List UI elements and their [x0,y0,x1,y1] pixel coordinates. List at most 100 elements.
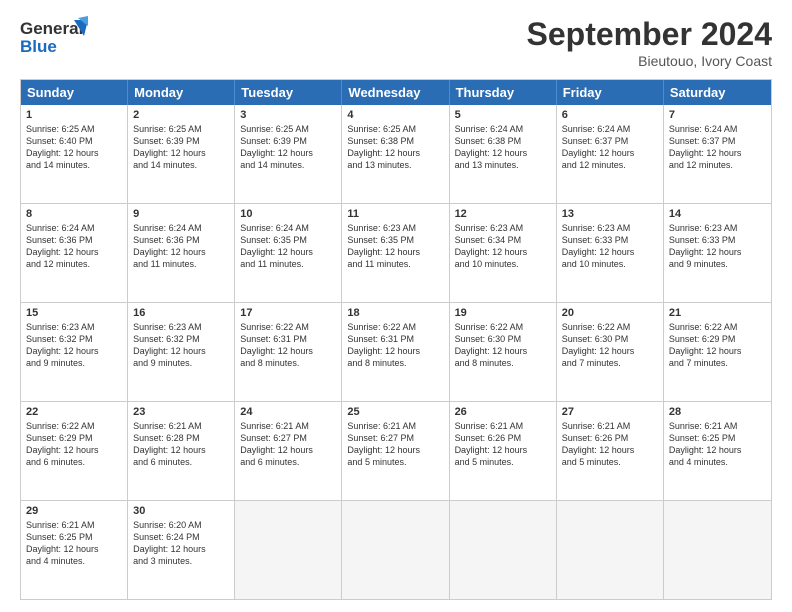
cell-info: Sunrise: 6:22 AMSunset: 6:29 PMDaylight:… [26,420,122,469]
calendar-cell: 2Sunrise: 6:25 AMSunset: 6:39 PMDaylight… [128,105,235,203]
calendar-cell: 10Sunrise: 6:24 AMSunset: 6:35 PMDayligh… [235,204,342,302]
header-day-friday: Friday [557,80,664,105]
cell-info: Sunrise: 6:23 AMSunset: 6:33 PMDaylight:… [562,222,658,271]
calendar-cell [664,501,771,599]
calendar-header: SundayMondayTuesdayWednesdayThursdayFrid… [21,80,771,105]
header-day-wednesday: Wednesday [342,80,449,105]
logo: GeneralBlue [20,16,90,60]
calendar-cell: 30Sunrise: 6:20 AMSunset: 6:24 PMDayligh… [128,501,235,599]
header-day-tuesday: Tuesday [235,80,342,105]
calendar-cell: 7 Sunrise: 6:24 AMSunset: 6:37 PMDaylight… [664,105,771,203]
cell-info: Sunrise: 6:21 AMSunset: 6:28 PMDaylight:… [133,420,229,469]
calendar-cell: 29 Sunrise: 6:21 AMSunset: 6:25 PMDayligh… [21,501,128,599]
cell-info: Sunrise: 6:24 AMSunset: 6:36 PMDaylight:… [26,222,122,271]
day-number: 30 [133,505,229,517]
day-number: 27 [562,406,658,418]
calendar-cell [557,501,664,599]
page: GeneralBlue September 2024 Bieutouo, Ivo… [0,0,792,612]
day-number: 26 [455,406,551,418]
calendar-cell: 21 Sunrise: 6:22 AMSunset: 6:29 PMDayligh… [664,303,771,401]
calendar-row-1: 1 Sunrise: 6:25 AMSunset: 6:40 PMDaylight… [21,105,771,203]
day-number: 14 [669,208,766,220]
calendar: SundayMondayTuesdayWednesdayThursdayFrid… [20,79,772,600]
calendar-cell [235,501,342,599]
logo-svg: GeneralBlue [20,16,90,60]
day-number: 15 [26,307,122,319]
day-number: 25 [347,406,443,418]
calendar-cell: 12 Sunrise: 6:23 AMSunset: 6:34 PMDayligh… [450,204,557,302]
calendar-cell: 6Sunrise: 6:24 AMSunset: 6:37 PMDaylight… [557,105,664,203]
day-number: 7 [669,109,766,121]
cell-info: Sunrise: 6:24 AMSunset: 6:37 PMDaylight:… [669,123,766,172]
location: Bieutouo, Ivory Coast [527,53,772,69]
calendar-cell: 13 Sunrise: 6:23 AMSunset: 6:33 PMDayligh… [557,204,664,302]
calendar-cell: 1 Sunrise: 6:25 AMSunset: 6:40 PMDaylight… [21,105,128,203]
calendar-cell: 25 Sunrise: 6:21 AMSunset: 6:27 PMDayligh… [342,402,449,500]
calendar-cell: 20 Sunrise: 6:22 AMSunset: 6:30 PMDayligh… [557,303,664,401]
cell-info: Sunrise: 6:23 AMSunset: 6:34 PMDaylight:… [455,222,551,271]
calendar-row-2: 8 Sunrise: 6:24 AMSunset: 6:36 PMDaylight… [21,203,771,302]
day-number: 16 [133,307,229,319]
cell-info: Sunrise: 6:22 AMSunset: 6:31 PMDaylight:… [347,321,443,370]
cell-info: Sunrise: 6:22 AMSunset: 6:30 PMDaylight:… [455,321,551,370]
calendar-cell: 4 Sunrise: 6:25 AMSunset: 6:38 PMDaylight… [342,105,449,203]
day-number: 28 [669,406,766,418]
calendar-cell: 8 Sunrise: 6:24 AMSunset: 6:36 PMDaylight… [21,204,128,302]
cell-info: Sunrise: 6:23 AMSunset: 6:32 PMDaylight:… [26,321,122,370]
day-number: 21 [669,307,766,319]
calendar-cell: 22Sunrise: 6:22 AMSunset: 6:29 PMDayligh… [21,402,128,500]
day-number: 9 [133,208,229,220]
cell-info: Sunrise: 6:25 AMSunset: 6:38 PMDaylight:… [347,123,443,172]
calendar-cell: 18Sunrise: 6:22 AMSunset: 6:31 PMDayligh… [342,303,449,401]
calendar-cell: 9 Sunrise: 6:24 AMSunset: 6:36 PMDaylight… [128,204,235,302]
cell-info: Sunrise: 6:21 AMSunset: 6:25 PMDaylight:… [26,519,122,568]
header-day-sunday: Sunday [21,80,128,105]
calendar-cell: 24Sunrise: 6:21 AMSunset: 6:27 PMDayligh… [235,402,342,500]
cell-info: Sunrise: 6:21 AMSunset: 6:27 PMDaylight:… [240,420,336,469]
month-title: September 2024 [527,16,772,53]
header: GeneralBlue September 2024 Bieutouo, Ivo… [20,16,772,69]
calendar-row-4: 22Sunrise: 6:22 AMSunset: 6:29 PMDayligh… [21,401,771,500]
calendar-cell: 28 Sunrise: 6:21 AMSunset: 6:25 PMDayligh… [664,402,771,500]
calendar-cell: 5Sunrise: 6:24 AMSunset: 6:38 PMDaylight… [450,105,557,203]
calendar-cell: 15 Sunrise: 6:23 AMSunset: 6:32 PMDayligh… [21,303,128,401]
cell-info: Sunrise: 6:25 AMSunset: 6:39 PMDaylight:… [240,123,336,172]
header-day-monday: Monday [128,80,235,105]
cell-info: Sunrise: 6:23 AMSunset: 6:33 PMDaylight:… [669,222,766,271]
cell-info: Sunrise: 6:23 AMSunset: 6:32 PMDaylight:… [133,321,229,370]
day-number: 29 [26,505,122,517]
day-number: 13 [562,208,658,220]
day-number: 6 [562,109,658,121]
calendar-cell: 27Sunrise: 6:21 AMSunset: 6:26 PMDayligh… [557,402,664,500]
calendar-cell: 11Sunrise: 6:23 AMSunset: 6:35 PMDayligh… [342,204,449,302]
day-number: 4 [347,109,443,121]
calendar-cell [450,501,557,599]
cell-info: Sunrise: 6:25 AMSunset: 6:40 PMDaylight:… [26,123,122,172]
header-day-thursday: Thursday [450,80,557,105]
cell-info: Sunrise: 6:24 AMSunset: 6:36 PMDaylight:… [133,222,229,271]
day-number: 12 [455,208,551,220]
day-number: 20 [562,307,658,319]
cell-info: Sunrise: 6:21 AMSunset: 6:27 PMDaylight:… [347,420,443,469]
cell-info: Sunrise: 6:22 AMSunset: 6:30 PMDaylight:… [562,321,658,370]
header-day-saturday: Saturday [664,80,771,105]
svg-text:Blue: Blue [20,37,57,56]
title-block: September 2024 Bieutouo, Ivory Coast [527,16,772,69]
calendar-cell: 23Sunrise: 6:21 AMSunset: 6:28 PMDayligh… [128,402,235,500]
day-number: 1 [26,109,122,121]
cell-info: Sunrise: 6:23 AMSunset: 6:35 PMDaylight:… [347,222,443,271]
calendar-cell: 26 Sunrise: 6:21 AMSunset: 6:26 PMDayligh… [450,402,557,500]
calendar-cell: 3 Sunrise: 6:25 AMSunset: 6:39 PMDaylight… [235,105,342,203]
calendar-cell: 17Sunrise: 6:22 AMSunset: 6:31 PMDayligh… [235,303,342,401]
calendar-body: 1 Sunrise: 6:25 AMSunset: 6:40 PMDaylight… [21,105,771,599]
cell-info: Sunrise: 6:21 AMSunset: 6:25 PMDaylight:… [669,420,766,469]
day-number: 19 [455,307,551,319]
day-number: 3 [240,109,336,121]
day-number: 8 [26,208,122,220]
cell-info: Sunrise: 6:25 AMSunset: 6:39 PMDaylight:… [133,123,229,172]
cell-info: Sunrise: 6:22 AMSunset: 6:29 PMDaylight:… [669,321,766,370]
calendar-cell [342,501,449,599]
cell-info: Sunrise: 6:24 AMSunset: 6:35 PMDaylight:… [240,222,336,271]
cell-info: Sunrise: 6:21 AMSunset: 6:26 PMDaylight:… [455,420,551,469]
day-number: 17 [240,307,336,319]
